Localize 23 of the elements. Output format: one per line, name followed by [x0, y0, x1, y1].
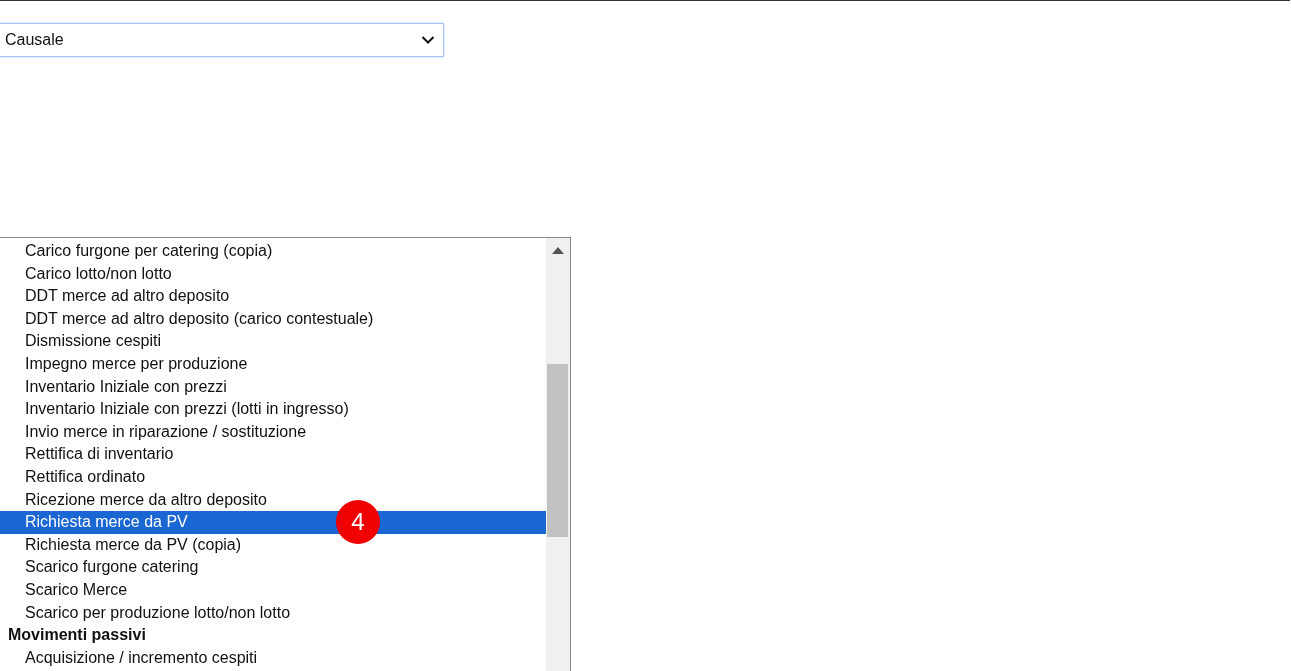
list-option[interactable]: Inventario Iniziale con prezzi (lotti in ingresso): [0, 398, 546, 421]
list-option[interactable]: Inventario Iniziale con prezzi: [0, 375, 546, 399]
list-option[interactable]: Acquisizione / incremento cespiti: [0, 646, 546, 670]
scrollbar-thumb[interactable]: [547, 364, 568, 537]
list-option[interactable]: Rettifica di inventario: [0, 443, 546, 466]
list-option[interactable]: DDT merce ad altro deposito: [0, 285, 546, 308]
causale-dropdown[interactable]: Causale: [0, 23, 444, 57]
list-option[interactable]: Scarico per produzione lotto/non lotto: [0, 601, 546, 625]
chevron-down-icon: [421, 35, 435, 45]
list-option[interactable]: Carico furgone per catering (copia): [0, 240, 546, 263]
list-option[interactable]: Impegno merce per produzione: [0, 352, 546, 376]
option-group-label: Movimenti passivi: [7, 625, 147, 646]
option-list[interactable]: [0, 237, 571, 671]
list-option[interactable]: Scarico Merce: [0, 578, 546, 602]
list-option[interactable]: Invio merce in riparazione / sostituzione: [0, 420, 546, 444]
list-option[interactable]: Rettifica ordinato: [0, 465, 546, 489]
list-option[interactable]: Dismissione cespiti: [0, 330, 546, 353]
step-badge: 4: [336, 500, 380, 545]
list-option[interactable]: Carico lotto/non lotto: [0, 262, 546, 286]
scroll-up-icon[interactable]: [552, 247, 564, 254]
list-option[interactable]: DDT merce ad altro deposito (carico contestuale): [0, 307, 546, 331]
list-option[interactable]: Scarico furgone catering: [0, 556, 546, 579]
scrollbar[interactable]: [546, 238, 570, 671]
